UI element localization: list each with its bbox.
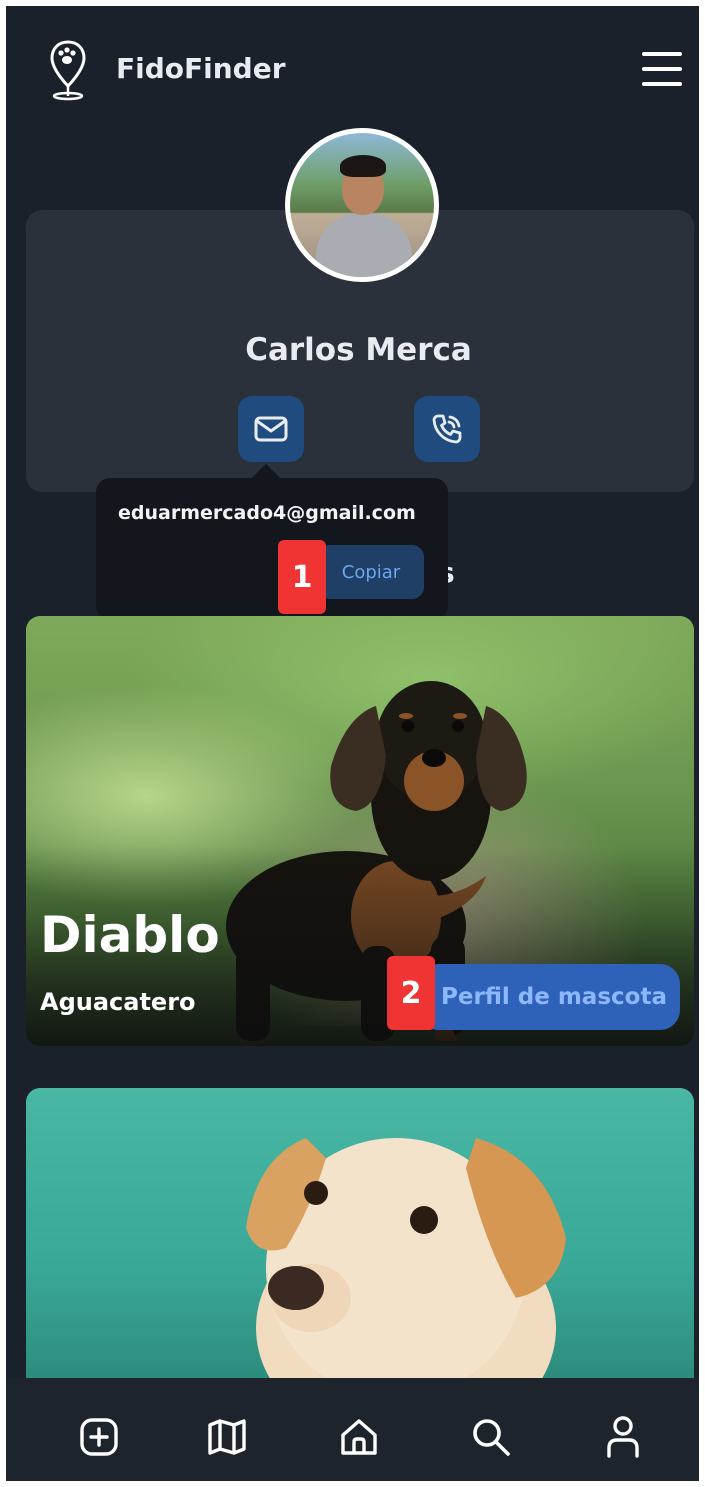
nav-search-button[interactable] <box>468 1414 514 1460</box>
profile-name: Carlos Merca <box>245 332 472 368</box>
app-screen: FidoFinder Carlos Merca s eduarmercado4@… <box>6 6 699 1481</box>
popover-email-text: eduarmercado4@gmail.com <box>118 502 416 524</box>
step-marker-2: 2 <box>387 956 435 1030</box>
home-icon <box>341 1419 377 1455</box>
menu-line <box>642 67 682 71</box>
phone-icon <box>432 414 462 444</box>
menu-line <box>642 52 682 56</box>
avatar-hair <box>340 155 386 177</box>
step-marker-1: 1 <box>278 540 326 614</box>
nav-map-button[interactable] <box>204 1414 250 1460</box>
copy-email-button[interactable]: Copiar <box>318 545 424 599</box>
nav-home-button[interactable] <box>336 1414 382 1460</box>
pet-profile-button[interactable]: Perfil de mascota <box>418 964 680 1030</box>
add-icon <box>80 1418 118 1456</box>
user-icon <box>607 1416 639 1458</box>
hamburger-menu-button[interactable] <box>642 52 682 86</box>
pet-name: Diablo <box>40 906 220 964</box>
map-icon <box>208 1419 246 1455</box>
email-button[interactable] <box>238 396 304 462</box>
paw-pin-logo-icon <box>50 40 86 102</box>
menu-line <box>642 82 682 86</box>
avatar-shirt <box>316 213 412 277</box>
app-title: FidoFinder <box>116 52 286 85</box>
puppy-photo <box>246 1138 566 1388</box>
nav-add-button[interactable] <box>76 1414 122 1460</box>
nav-profile-button[interactable] <box>600 1414 646 1460</box>
pet-subtitle: Aguacatero <box>40 988 196 1016</box>
avatar <box>285 128 439 282</box>
pet-card-second[interactable] <box>26 1088 694 1388</box>
search-icon <box>473 1419 510 1456</box>
phone-button[interactable] <box>414 396 480 462</box>
mail-icon <box>254 416 288 442</box>
